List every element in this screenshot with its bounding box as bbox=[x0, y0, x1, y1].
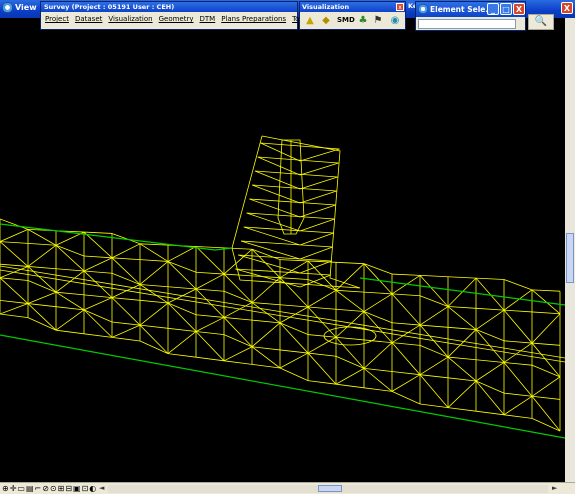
element-selection-title: Element Sele... bbox=[430, 5, 494, 14]
view-control-bar: ⊕✛▭▤⌐⊘⊙⊞⊟▣⊡◐ ◄ ► bbox=[0, 482, 575, 494]
tree-icon[interactable]: ♣ bbox=[356, 14, 370, 28]
view-close-button[interactable]: X bbox=[561, 2, 573, 14]
microstation-logo-icon bbox=[418, 4, 428, 14]
survey-menu-bar: Project Dataset Visualization Geometry D… bbox=[45, 15, 329, 23]
view-canvas[interactable] bbox=[0, 18, 565, 482]
menu-dataset[interactable]: Dataset bbox=[75, 15, 102, 23]
vertical-scrollbar[interactable] bbox=[565, 18, 575, 482]
visualization-title[interactable]: Visualization bbox=[300, 2, 405, 12]
menu-dtm[interactable]: DTM bbox=[200, 15, 216, 23]
vertical-scroll-thumb[interactable] bbox=[566, 233, 574, 283]
horizontal-scroll-thumb[interactable] bbox=[318, 485, 342, 492]
element-selection-field[interactable] bbox=[418, 19, 516, 29]
maximize-button[interactable]: □ bbox=[500, 3, 512, 15]
menu-project[interactable]: Project bbox=[45, 15, 69, 23]
scroll-left-arrow-icon[interactable]: ◄ bbox=[99, 484, 104, 492]
element-selection-window: Element Sele... _ □ X bbox=[415, 1, 526, 31]
survey-title[interactable]: Survey (Project : 05191 User : CEH) bbox=[41, 2, 297, 12]
menu-geometry[interactable]: Geometry bbox=[159, 15, 194, 23]
menu-visualization[interactable]: Visualization bbox=[108, 15, 152, 23]
scroll-right-arrow-icon[interactable]: ► bbox=[552, 484, 557, 492]
element-selection-title-bar[interactable]: Element Sele... _ □ X bbox=[416, 2, 525, 17]
globe-icon[interactable]: ◉ bbox=[388, 14, 402, 28]
visualization-close-button[interactable]: x bbox=[396, 3, 404, 11]
element-selection-close-button[interactable]: X bbox=[513, 3, 525, 15]
minimize-button[interactable]: _ bbox=[487, 3, 499, 15]
survey-window: Survey (Project : 05191 User : CEH) Proj… bbox=[40, 1, 329, 30]
visualization-toolbox: Visualization x ▲ ◆ SMD ♣ ⚑ ◉ bbox=[299, 1, 406, 30]
paint-bucket-icon[interactable]: ▲ bbox=[303, 14, 317, 28]
eraser-icon[interactable]: ◆ bbox=[319, 14, 333, 28]
microstation-logo-icon bbox=[2, 2, 13, 13]
view-control-tools[interactable]: ⊕✛▭▤⌐⊘⊙⊞⊟▣⊡◐ bbox=[2, 484, 97, 493]
smd-button[interactable]: SMD bbox=[337, 16, 355, 24]
zoom-icon[interactable]: 🔍 bbox=[528, 14, 554, 30]
tin-mesh-drawing bbox=[0, 135, 565, 439]
sign-icon[interactable]: ⚑ bbox=[371, 14, 385, 28]
menu-plans-preparations[interactable]: Plans Preparations bbox=[221, 15, 286, 23]
